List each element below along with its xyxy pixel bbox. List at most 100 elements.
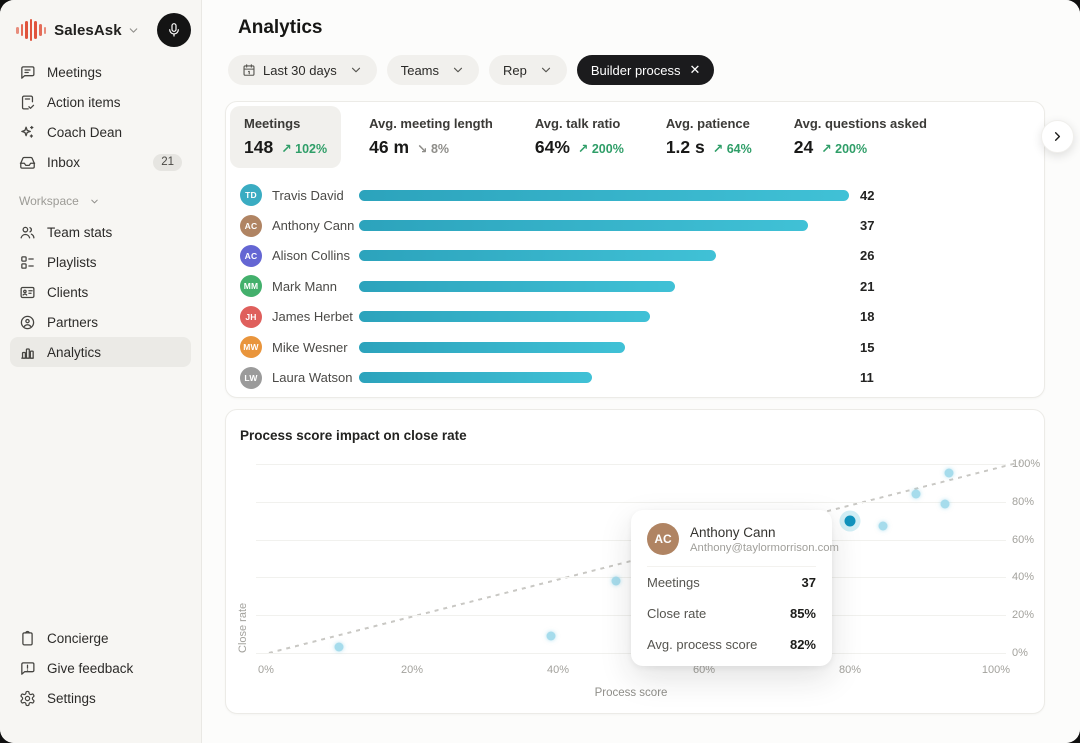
meetings-bar[interactable] bbox=[359, 311, 651, 323]
sidebar-item-coach-dean[interactable]: Coach Dean bbox=[10, 117, 191, 147]
stats-fade-overlay bbox=[959, 102, 1044, 168]
meetings-bar[interactable] bbox=[359, 372, 593, 384]
sidebar-item-meetings[interactable]: Meetings bbox=[10, 57, 191, 87]
stats-row: Meetings 148 ↗ 102% Avg. meeting length 4… bbox=[226, 102, 1044, 168]
stat-delta: ↘ 8% bbox=[417, 142, 450, 156]
scatter-point[interactable] bbox=[334, 642, 344, 652]
scatter-point[interactable] bbox=[611, 576, 621, 586]
sidebar-item-action-items[interactable]: Action items bbox=[10, 87, 191, 117]
sidebar-item-give-feedback[interactable]: Give feedback bbox=[10, 653, 191, 683]
bar-track bbox=[359, 280, 849, 292]
chat-bubble-icon bbox=[21, 65, 35, 79]
stat-avg-talk-ratio[interactable]: Avg. talk ratio 64% ↗ 200% bbox=[521, 106, 638, 168]
scatter-point[interactable] bbox=[940, 499, 950, 509]
sidebar-item-label: Analytics bbox=[47, 344, 102, 360]
meetings-overview-card: Meetings 148 ↗ 102% Avg. meeting length 4… bbox=[225, 101, 1074, 398]
scatter-point-highlighted[interactable] bbox=[844, 515, 856, 527]
record-mic-button[interactable] bbox=[157, 13, 191, 47]
bar-track bbox=[359, 250, 849, 262]
brand-name[interactable]: SalesAsk bbox=[54, 22, 122, 39]
y-tick-label: 60% bbox=[1012, 533, 1035, 546]
sidebar-item-inbox[interactable]: Inbox 21 bbox=[10, 147, 191, 177]
stat-avg-meeting-length[interactable]: Avg. meeting length 46 m ↘ 8% bbox=[355, 106, 507, 168]
sidebar-item-label: Playlists bbox=[47, 254, 97, 270]
avatar: MM bbox=[240, 275, 262, 298]
y-tick-label: 0% bbox=[1012, 647, 1028, 659]
app-window: SalesAsk Meetings Action items Coach Dea… bbox=[0, 0, 1080, 743]
sidebar-item-label: Clients bbox=[47, 284, 89, 300]
sidebar-header: SalesAsk bbox=[10, 10, 191, 57]
stat-meetings[interactable]: Meetings 148 ↗ 102% bbox=[230, 106, 342, 168]
filter-rep[interactable]: Rep bbox=[489, 55, 567, 85]
tooltip-header: AC Anthony Cann Anthony@taylormorrison.c… bbox=[647, 523, 839, 567]
sidebar: SalesAsk Meetings Action items Coach Dea… bbox=[0, 0, 202, 743]
avatar: TD bbox=[240, 184, 262, 207]
sidebar-item-playlists[interactable]: Playlists bbox=[10, 247, 191, 277]
bar-value: 26 bbox=[860, 248, 875, 264]
x-tick-label: 0% bbox=[258, 664, 274, 676]
filter-teams[interactable]: Teams bbox=[386, 55, 480, 85]
users-icon bbox=[20, 226, 35, 238]
tooltip-row: Avg. process score 82% bbox=[647, 637, 816, 652]
microphone-icon bbox=[166, 22, 182, 38]
scatter-card: Process score impact on close rate Close… bbox=[225, 409, 1045, 714]
gear-icon bbox=[20, 690, 35, 706]
stats-next-button[interactable] bbox=[1041, 120, 1074, 153]
filter-date-range[interactable]: Last 30 days bbox=[228, 55, 377, 85]
bar-value: 18 bbox=[860, 309, 875, 325]
tooltip-email: Anthony@taylormorrison.com bbox=[690, 541, 839, 554]
sidebar-item-concierge[interactable]: Concierge bbox=[10, 623, 191, 653]
gridline bbox=[256, 501, 1006, 503]
sidebar-item-clients[interactable]: Clients bbox=[10, 277, 191, 307]
meetings-bar[interactable] bbox=[359, 220, 808, 232]
sidebar-item-analytics[interactable]: Analytics bbox=[10, 337, 191, 367]
note-check-icon bbox=[21, 94, 35, 110]
bar-track bbox=[359, 341, 849, 353]
feedback-bubble-icon bbox=[21, 661, 35, 675]
x-tick-label: 40% bbox=[546, 664, 570, 676]
filter-builder-process[interactable]: Builder process ✕ bbox=[576, 55, 715, 85]
meetings-bar[interactable] bbox=[359, 189, 849, 201]
stat-avg-questions-asked[interactable]: Avg. questions asked 24 ↗ 200% bbox=[780, 106, 941, 168]
y-tick-label: 80% bbox=[1012, 495, 1035, 508]
tooltip-name: Anthony Cann bbox=[690, 524, 776, 540]
main-content: Analytics Last 30 days Teams Rep Builder… bbox=[202, 0, 1080, 743]
x-tick-label: 20% bbox=[400, 664, 424, 676]
avatar: LW bbox=[240, 366, 262, 389]
y-axis-title: Close rate bbox=[237, 602, 249, 653]
scatter-point[interactable] bbox=[878, 521, 888, 531]
scatter-point[interactable] bbox=[944, 468, 954, 478]
avatar: JH bbox=[240, 305, 262, 328]
rep-name: Mark Mann bbox=[272, 278, 338, 294]
stat-avg-patience[interactable]: Avg. patience 1.2 s ↗ 64% bbox=[652, 106, 766, 168]
close-icon[interactable]: ✕ bbox=[689, 62, 700, 78]
x-tick-label: 100% bbox=[981, 664, 1011, 676]
chevron-down-icon[interactable] bbox=[127, 24, 140, 37]
sidebar-footer: Concierge Give feedback Settings bbox=[10, 623, 191, 713]
sidebar-item-label: Partners bbox=[47, 314, 99, 330]
sidebar-item-label: Action items bbox=[47, 94, 121, 110]
scatter-point[interactable] bbox=[911, 489, 921, 499]
stat-delta: ↗ 64% bbox=[712, 142, 752, 156]
workspace-section-label[interactable]: Workspace bbox=[19, 194, 182, 208]
inbox-icon bbox=[19, 156, 36, 169]
meetings-bar[interactable] bbox=[359, 250, 717, 262]
stat-delta: ↗ 200% bbox=[821, 142, 868, 156]
gridline bbox=[256, 464, 1006, 465]
chevron-down-icon bbox=[539, 63, 553, 77]
meetings-bar[interactable] bbox=[359, 280, 676, 292]
sidebar-item-settings[interactable]: Settings bbox=[10, 683, 191, 713]
sidebar-item-team-stats[interactable]: Team stats bbox=[10, 217, 191, 247]
bar-track bbox=[359, 189, 849, 201]
sidebar-item-label: Settings bbox=[47, 690, 96, 706]
meetings-bar[interactable] bbox=[359, 341, 626, 353]
rep-bar-list: TD Travis David 42 AC Anthony Cann 37 AC… bbox=[226, 180, 1044, 393]
avatar: AC bbox=[240, 214, 262, 237]
avatar: AC bbox=[647, 523, 679, 555]
chevron-down-icon bbox=[349, 63, 363, 77]
rep-bar-row: AC Anthony Cann 37 bbox=[226, 210, 1044, 240]
y-tick-label: 20% bbox=[1012, 609, 1035, 622]
sidebar-item-partners[interactable]: Partners bbox=[10, 307, 191, 337]
scatter-point[interactable] bbox=[546, 631, 556, 641]
sidebar-item-label: Concierge bbox=[47, 630, 109, 646]
